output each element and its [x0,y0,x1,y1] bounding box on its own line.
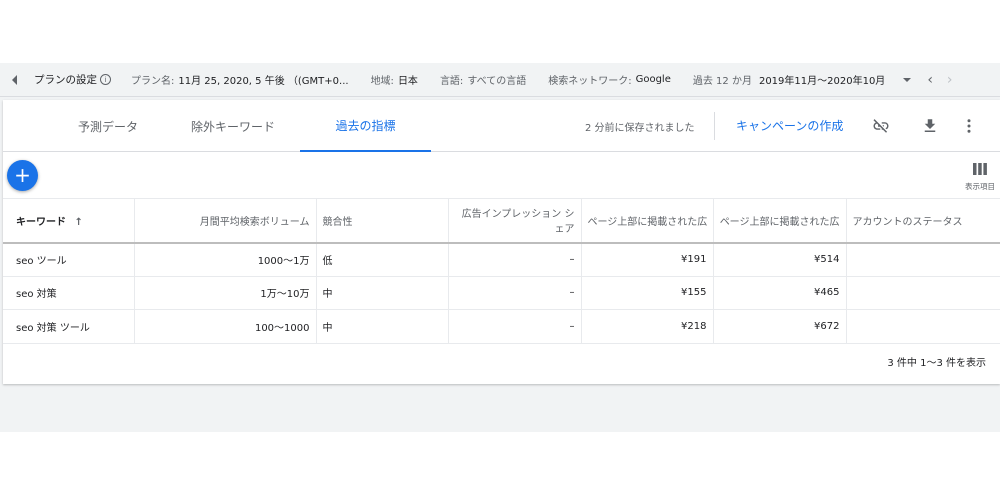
results-card: 予測データ 除外キーワード 過去の指標 2 分前に保存されました キャンペーンの… [3,100,1000,384]
columns-button[interactable]: 表示項目 [960,160,1000,192]
top-bid-high-cell: ¥514 [713,242,847,277]
top-bid-low-cell: ¥218 [581,309,714,344]
account-status-cell [846,309,1000,344]
column-header-competition[interactable]: 競合性 [316,198,449,244]
more-vert-icon[interactable] [957,114,981,138]
top-bid-low-cell: ¥191 [581,242,714,277]
tab-negative-keywords[interactable]: 除外キーワード [168,100,298,152]
column-header-top-bid-low[interactable]: ページ上部に掲載された広 [581,198,714,244]
table-row[interactable]: seo 対策 ツール 100～1000 中 – ¥218 ¥672 [3,309,1000,344]
impression-share-cell: – [448,276,582,310]
tab-bar: 予測データ 除外キーワード 過去の指標 2 分前に保存されました キャンペーンの… [3,100,1000,152]
network-filter[interactable]: 検索ネットワーク: Google [548,72,671,87]
top-bid-low-cell: ¥155 [581,276,714,310]
region-filter[interactable]: 地域: 日本 [371,72,418,87]
divider [714,112,715,140]
columns-icon [973,163,987,175]
date-range-selector[interactable]: 過去 12 か月 2019年11月～2020年10月 [692,72,912,87]
plan-name-filter[interactable]: プラン名: 11月 25, 2020, 5 午後 （(GMT+0... [131,72,349,87]
sort-arrow-up-icon[interactable]: ↑ [74,217,82,228]
competition-cell: 低 [316,242,449,277]
column-header-impression-share[interactable]: 広告インプレッション シェア [448,198,582,244]
plan-name-label: プラン名: [131,76,175,87]
competition-cell: 中 [316,276,449,310]
keyword-cell: seo 対策 ツール [3,309,135,344]
language-filter[interactable]: 言語: すべての言語 [440,72,526,87]
chevron-left-icon[interactable]: ‹ [927,72,933,88]
chevron-right-icon[interactable]: › [947,72,953,88]
network-value: Google [635,74,671,85]
dropdown-caret-icon [903,77,912,82]
tab-historical-metrics[interactable]: 過去の指標 [300,100,431,152]
column-header-top-bid-high[interactable]: ページ上部に掲載された広 [713,198,847,244]
impression-share-cell: – [448,242,582,277]
keyword-cell: seo 対策 [3,276,135,310]
account-status-cell [846,276,1000,310]
pagination-status: 3 件中 1～3 件を表示 [887,358,986,369]
volume-cell: 1000～1万 [134,242,317,277]
network-label: 検索ネットワーク: [548,76,632,87]
region-value: 日本 [397,76,418,87]
plan-settings-label: プランの設定 [34,74,97,86]
period-value: 2019年11月～2020年10月 [758,76,886,87]
create-campaign-button[interactable]: キャンペーンの作成 [736,117,843,134]
volume-cell: 100～1000 [134,309,317,344]
language-label: 言語: [439,76,464,87]
collapse-left-icon[interactable] [0,63,28,97]
account-status-cell [846,242,1000,277]
period-label: 過去 12 か月 [692,76,752,87]
link-off-icon[interactable] [869,114,893,138]
table-row[interactable]: seo 対策 1万～10万 中 – ¥155 ¥465 [3,276,1000,310]
competition-cell: 中 [316,309,449,344]
table-row[interactable]: seo ツール 1000～1万 低 – ¥191 ¥514 [3,242,1000,277]
keyword-planner-panel: プランの設定 i プラン名: 11月 25, 2020, 5 午後 （(GMT+… [0,63,1000,432]
keyword-cell: seo ツール [3,242,135,277]
top-bid-high-cell: ¥672 [713,309,847,344]
info-icon[interactable]: i [100,74,111,85]
impression-share-cell: – [448,309,582,344]
language-value: すべての言語 [467,76,527,87]
tab-forecast[interactable]: 予測データ [43,100,173,152]
column-header-volume[interactable]: 月間平均検索ボリューム [134,198,317,244]
column-header-keyword[interactable]: キーワード ↑ [3,198,135,244]
plan-settings-toggle[interactable]: プランの設定 i [34,72,111,87]
volume-cell: 1万～10万 [134,276,317,310]
plan-name-value: 11月 25, 2020, 5 午後 （(GMT+0... [178,76,349,87]
column-header-account-status[interactable]: アカウントのステータス [846,198,1000,244]
top-bid-high-cell: ¥465 [713,276,847,310]
plan-settings-bar: プランの設定 i プラン名: 11月 25, 2020, 5 午後 （(GMT+… [0,63,1000,97]
keyword-header-label: キーワード [16,216,66,228]
add-keyword-button[interactable]: + [7,160,38,191]
saved-status: 2 分前に保存されました [585,123,695,134]
columns-label: 表示項目 [965,182,995,191]
download-icon[interactable] [918,114,942,138]
region-label: 地域: [370,76,394,87]
table-header-row: キーワード ↑ 月間平均検索ボリューム 競合性 広告インプレッション シェア ペ… [3,198,1000,244]
keyword-table: キーワード ↑ 月間平均検索ボリューム 競合性 広告インプレッション シェア ペ… [3,198,1000,344]
plus-icon: + [14,163,31,187]
